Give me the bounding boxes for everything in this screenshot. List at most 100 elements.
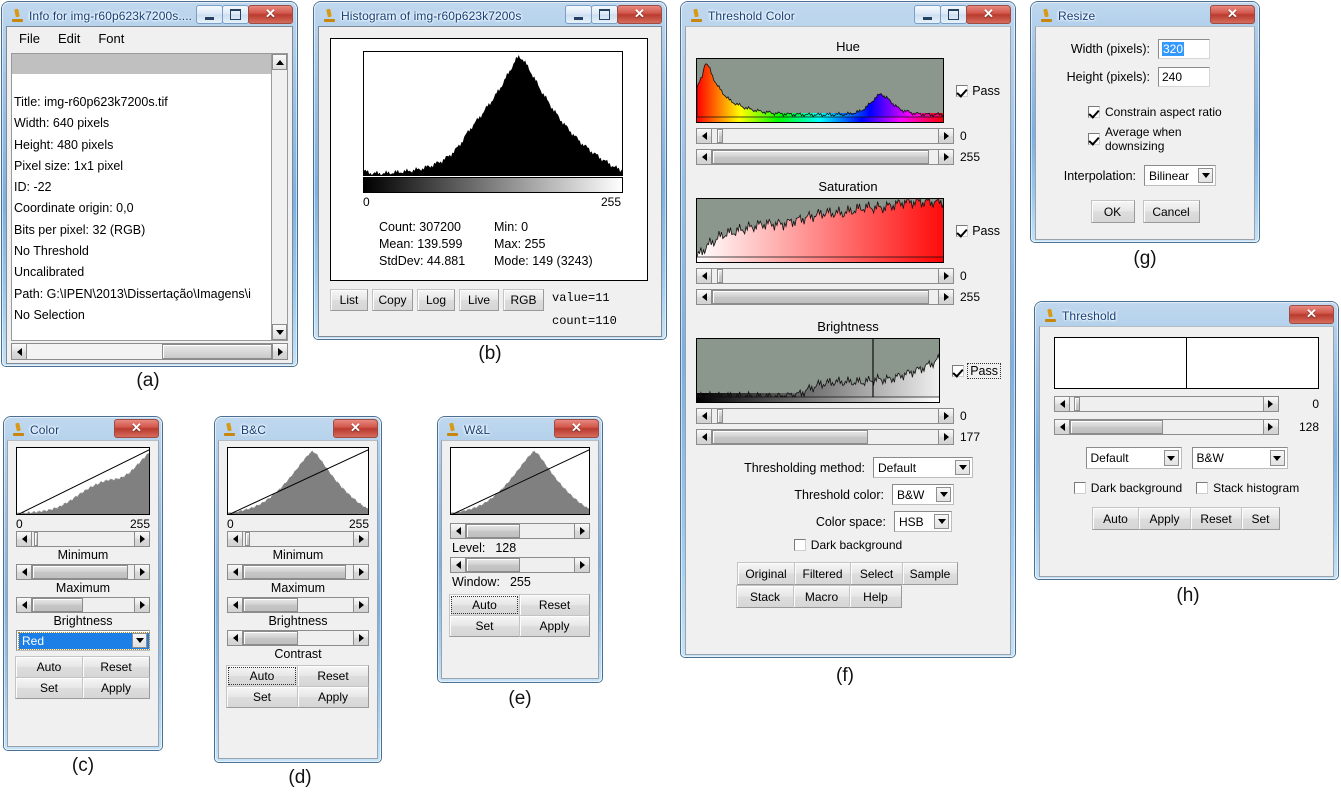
slider-track[interactable] bbox=[1070, 419, 1263, 435]
slider-right-arrow-icon[interactable] bbox=[938, 408, 954, 424]
slider-thumb[interactable] bbox=[466, 558, 520, 572]
saturation-min-slider[interactable] bbox=[696, 268, 954, 284]
slider-thumb[interactable] bbox=[712, 150, 929, 164]
minimize-button[interactable] bbox=[914, 5, 941, 24]
hue-max-slider-row[interactable]: 255 bbox=[696, 149, 1000, 165]
bc-titlebar[interactable]: B&C ✕ bbox=[218, 419, 378, 440]
log-button[interactable]: Log bbox=[417, 289, 455, 311]
color-button-grid[interactable]: Auto Reset Set Apply bbox=[15, 656, 150, 699]
chevron-down-icon[interactable] bbox=[934, 514, 949, 529]
macro-button[interactable]: Macro bbox=[793, 585, 850, 608]
slider-right-arrow-icon[interactable] bbox=[938, 289, 954, 305]
info-window[interactable]: Info for img-r60p623k7200s.... ✕ File Ed… bbox=[2, 2, 297, 366]
slider-track[interactable] bbox=[32, 597, 134, 613]
set-button[interactable]: Set bbox=[226, 686, 298, 708]
constrain-aspect-ratio-control[interactable]: Constrain aspect ratio bbox=[1088, 105, 1240, 119]
slider-right-arrow-icon[interactable] bbox=[353, 531, 369, 547]
brightness-slider[interactable] bbox=[227, 597, 369, 613]
slider-track[interactable] bbox=[243, 630, 353, 646]
window-controls[interactable]: ✕ bbox=[196, 4, 293, 25]
threshold-min-slider[interactable] bbox=[1054, 396, 1279, 412]
saturation-max-slider-row[interactable]: 255 bbox=[696, 289, 1000, 305]
minimize-button[interactable] bbox=[196, 5, 223, 24]
histogram-titlebar[interactable]: Histogram of img-r60p623k7200s ✕ bbox=[318, 5, 662, 26]
resize-button-row[interactable]: OK Cancel bbox=[1050, 200, 1240, 223]
brightness-min-slider-row[interactable]: 0 bbox=[696, 408, 1000, 424]
slider-left-arrow-icon[interactable] bbox=[16, 597, 32, 613]
slider-right-arrow-icon[interactable] bbox=[938, 149, 954, 165]
stack-histogram-checkbox[interactable] bbox=[1196, 482, 1209, 494]
reset-button[interactable]: Reset bbox=[297, 665, 369, 687]
slider-left-arrow-icon[interactable] bbox=[696, 429, 712, 445]
slider-right-arrow-icon[interactable] bbox=[134, 564, 150, 580]
histogram-window[interactable]: Histogram of img-r60p623k7200s ✕ 0 255 C… bbox=[314, 2, 666, 339]
select-button[interactable]: Select bbox=[850, 562, 903, 585]
height-input[interactable]: 240 bbox=[1158, 67, 1210, 87]
slider-track[interactable] bbox=[243, 564, 353, 580]
color-space-select[interactable]: HSB bbox=[894, 511, 952, 532]
slider-left-arrow-icon[interactable] bbox=[16, 531, 32, 547]
auto-button[interactable]: Auto bbox=[226, 665, 298, 687]
minimize-button[interactable] bbox=[565, 5, 592, 24]
maximum-slider[interactable] bbox=[227, 564, 369, 580]
slider-track[interactable] bbox=[712, 408, 938, 424]
threshold-color-buttons[interactable]: Original Filtered Select Sample Stack Ma… bbox=[696, 562, 1000, 608]
slider-left-arrow-icon[interactable] bbox=[450, 557, 466, 573]
hue-pass-checkbox[interactable] bbox=[956, 84, 969, 97]
maximum-slider[interactable] bbox=[16, 564, 150, 580]
slider-right-arrow-icon[interactable] bbox=[134, 597, 150, 613]
color-titlebar[interactable]: Color ✕ bbox=[7, 419, 159, 440]
apply-button[interactable]: Apply bbox=[519, 615, 590, 637]
close-icon[interactable]: ✕ bbox=[1289, 305, 1334, 324]
slider-track[interactable] bbox=[712, 128, 938, 144]
threshold-color-window[interactable]: Threshold Color ✕ Hue Pass 0 255 Saturat… bbox=[681, 2, 1015, 657]
slider-thumb[interactable] bbox=[1073, 397, 1080, 411]
slider-thumb[interactable] bbox=[1070, 420, 1163, 434]
minimum-slider[interactable] bbox=[16, 531, 150, 547]
level-slider[interactable] bbox=[450, 523, 590, 539]
slider-right-arrow-icon[interactable] bbox=[134, 531, 150, 547]
minimum-slider[interactable] bbox=[227, 531, 369, 547]
set-button[interactable]: Set bbox=[449, 615, 520, 637]
brightness-slider[interactable] bbox=[16, 597, 150, 613]
apply-button[interactable]: Apply bbox=[82, 677, 150, 699]
threshold-window[interactable]: Threshold ✕ 0 128 Default B&W Dark backg… bbox=[1035, 302, 1338, 579]
slider-thumb[interactable] bbox=[34, 532, 39, 546]
apply-button[interactable]: Apply bbox=[297, 686, 369, 708]
slider-right-arrow-icon[interactable] bbox=[574, 557, 590, 573]
ok-button[interactable]: OK bbox=[1090, 200, 1135, 223]
saturation-pass-control[interactable]: Pass bbox=[956, 224, 1000, 238]
slider-right-arrow-icon[interactable] bbox=[353, 597, 369, 613]
wl-button-grid[interactable]: Auto Reset Set Apply bbox=[449, 594, 590, 637]
thresholding-method-select[interactable]: Default bbox=[873, 457, 973, 478]
slider-thumb[interactable] bbox=[716, 269, 724, 283]
bc-window[interactable]: B&C ✕ 0 255 Minimum Maximum Brightness C… bbox=[215, 417, 381, 762]
dark-background-control[interactable]: Dark background bbox=[696, 538, 1000, 552]
info-titlebar[interactable]: Info for img-r60p623k7200s.... ✕ bbox=[6, 5, 293, 26]
window-controls[interactable]: ✕ bbox=[565, 4, 662, 25]
window-controls[interactable]: ✕ bbox=[114, 418, 159, 439]
average-downsizing-checkbox[interactable] bbox=[1088, 133, 1100, 145]
slider-track[interactable] bbox=[466, 523, 574, 539]
help-button[interactable]: Help bbox=[849, 585, 902, 608]
maximize-button[interactable] bbox=[940, 5, 967, 24]
dark-background-checkbox[interactable] bbox=[1073, 482, 1086, 494]
slider-thumb[interactable] bbox=[716, 129, 724, 143]
slider-left-arrow-icon[interactable] bbox=[1054, 419, 1070, 435]
slider-thumb[interactable] bbox=[32, 598, 83, 612]
threshold-color-select[interactable]: B&W bbox=[892, 484, 954, 505]
color-window[interactable]: Color ✕ 0 255 Minimum Maximum Brightness… bbox=[4, 417, 162, 750]
wl-window[interactable]: W&L ✕ Level: 128 Window: 255 Auto Reset … bbox=[438, 417, 602, 682]
window-controls[interactable]: ✕ bbox=[1289, 304, 1334, 325]
width-input[interactable]: 320 bbox=[1158, 39, 1210, 59]
slider-track[interactable] bbox=[712, 268, 938, 284]
threshold-max-slider-row[interactable]: 128 bbox=[1054, 419, 1319, 435]
brightness-max-slider[interactable] bbox=[696, 429, 954, 445]
slider-track[interactable] bbox=[243, 531, 353, 547]
slider-left-arrow-icon[interactable] bbox=[696, 268, 712, 284]
slider-track[interactable] bbox=[32, 531, 134, 547]
list-button[interactable]: List bbox=[330, 289, 368, 311]
menu-item-edit[interactable]: Edit bbox=[58, 31, 80, 46]
apply-button[interactable]: Apply bbox=[1138, 507, 1191, 530]
copy-button[interactable]: Copy bbox=[372, 289, 413, 311]
